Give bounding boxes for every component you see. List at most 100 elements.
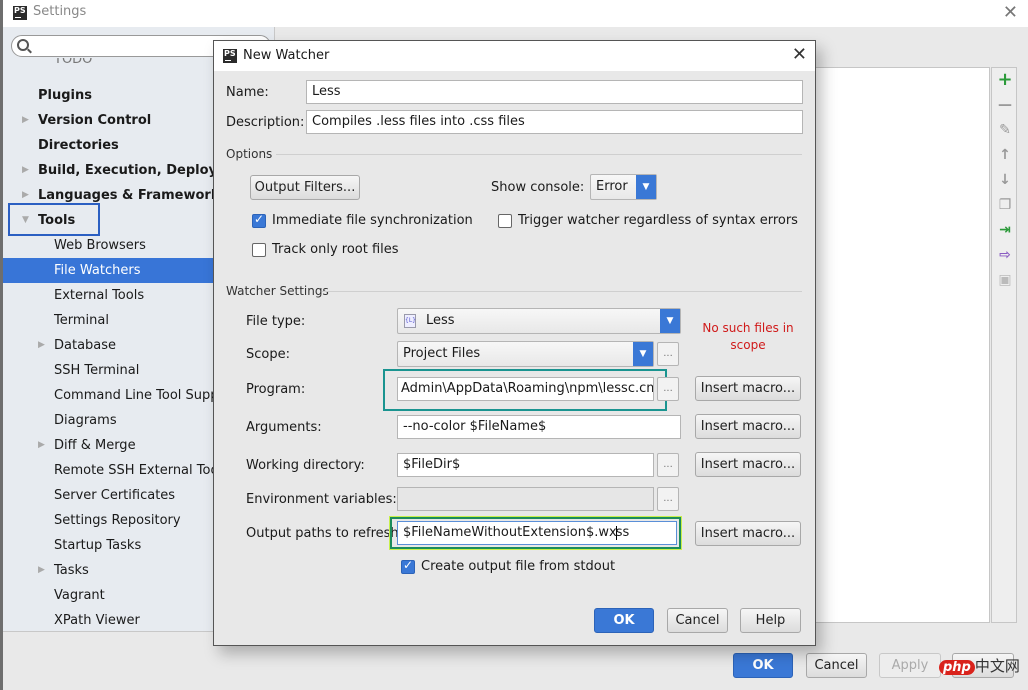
file-type-value: Less <box>426 313 455 328</box>
sidebar-item-label: Diagrams <box>54 413 117 428</box>
dialog-help-button[interactable]: Help <box>740 608 801 633</box>
new-watcher-dialog: PS New Watcher ✕ Name: Less Description:… <box>213 40 816 646</box>
dialog-titlebar: PS New Watcher ✕ <box>214 41 815 71</box>
expand-arrow-right-icon[interactable]: ▶ <box>38 558 45 583</box>
env-vars-input[interactable] <box>397 487 654 511</box>
track-root-label: Track only root files <box>272 242 399 257</box>
show-console-select[interactable]: Error ▼ <box>590 174 657 200</box>
expand-arrow-right-icon[interactable]: ▶ <box>38 433 45 458</box>
sidebar-item-label: Directories <box>38 138 119 153</box>
watermark-text: 中文网 <box>974 657 1020 675</box>
name-input[interactable]: Less <box>306 80 803 104</box>
copy-icon[interactable]: ❐ <box>997 197 1013 213</box>
working-dir-browse-button[interactable]: ... <box>657 453 679 477</box>
add-icon[interactable]: + <box>997 71 1013 89</box>
sidebar-item-label: Settings Repository <box>54 513 181 528</box>
phpstorm-logo-icon: PS <box>13 6 27 20</box>
output-filters-button[interactable]: Output Filters... <box>250 175 360 200</box>
output-paths-insert-macro-button[interactable]: Insert macro... <box>695 521 801 546</box>
disabled-icon: ▣ <box>998 272 1012 288</box>
sidebar-item-label: Version Control <box>38 113 152 128</box>
description-input[interactable]: Compiles .less files into .css files <box>306 110 803 134</box>
sidebar-item-label: Server Certificates <box>54 488 176 503</box>
sidebar-item-label: Vagrant <box>54 588 105 603</box>
window-titlebar: PS Settings ✕ <box>3 0 1028 27</box>
output-paths-text-before-caret: $FileNameWithoutExtension$.wx <box>403 525 617 540</box>
expand-arrow-right-icon[interactable]: ▶ <box>38 333 45 358</box>
working-dir-insert-macro-button[interactable]: Insert macro... <box>695 452 801 477</box>
watermark: php 中文网 <box>939 655 1020 679</box>
move-down-icon[interactable]: ↓ <box>997 172 1013 188</box>
working-dir-label: Working directory: <box>246 458 365 473</box>
chevron-down-icon: ▼ <box>660 309 680 333</box>
immediate-sync-checkbox[interactable] <box>252 212 266 228</box>
close-icon[interactable]: ✕ <box>1003 2 1018 23</box>
expand-arrow-right-icon[interactable]: ▶ <box>22 158 29 183</box>
scope-select[interactable]: Project Files ▼ <box>397 341 654 367</box>
output-paths-text-after-caret: ss <box>615 525 630 540</box>
phpstorm-logo-icon: PS <box>223 49 237 63</box>
immediate-sync-label: Immediate file synchronization <box>272 213 473 228</box>
options-section-title: Options <box>226 147 273 161</box>
trigger-regardless-checkbox[interactable] <box>498 214 512 228</box>
window-title: Settings <box>33 4 87 19</box>
create-output-checkbox[interactable] <box>401 558 415 574</box>
import-icon[interactable]: ⇥ <box>997 222 1013 238</box>
program-insert-macro-button[interactable]: Insert macro... <box>695 376 801 401</box>
move-up-icon[interactable]: ↑ <box>997 147 1013 163</box>
divider <box>322 291 802 292</box>
export-icon[interactable]: ⇨ <box>997 247 1013 263</box>
expand-arrow-right-icon[interactable]: ▶ <box>22 108 29 133</box>
scope-value: Project Files <box>403 346 481 361</box>
sidebar-item-label: TODO <box>54 58 93 67</box>
settings-cancel-button[interactable]: Cancel <box>806 653 867 678</box>
tools-highlight-box <box>8 203 100 236</box>
settings-apply-button[interactable]: Apply <box>879 653 941 678</box>
program-browse-button[interactable]: ... <box>657 377 679 401</box>
sidebar-item-label: Database <box>54 338 117 353</box>
sidebar-item-label: SSH Terminal <box>54 363 140 378</box>
show-console-label: Show console: <box>491 180 585 195</box>
sidebar-item-label: Startup Tasks <box>54 538 142 553</box>
edit-icon[interactable]: ✎ <box>997 122 1013 138</box>
show-console-value: Error <box>596 179 628 194</box>
file-type-select[interactable]: {L} Less ▼ <box>397 308 681 334</box>
dialog-ok-button[interactable]: OK <box>594 608 654 633</box>
arguments-label: Arguments: <box>246 420 322 435</box>
chevron-down-icon: ▼ <box>633 342 653 366</box>
env-vars-label: Environment variables: <box>246 492 397 507</box>
scope-label: Scope: <box>246 347 290 362</box>
scope-warning: No such files in scope <box>702 321 794 352</box>
remove-icon[interactable]: — <box>997 97 1013 113</box>
dialog-title: New Watcher <box>243 48 330 63</box>
output-paths-label: Output paths to refresh: <box>246 526 404 541</box>
file-type-label: File type: <box>246 314 306 329</box>
sidebar-item-label: Command Line Tool Support <box>54 388 237 403</box>
track-root-checkbox[interactable] <box>252 243 266 257</box>
program-input[interactable]: Admin\AppData\Roaming\npm\lessc.cmd <box>397 377 654 401</box>
arguments-insert-macro-button[interactable]: Insert macro... <box>695 414 801 439</box>
working-dir-input[interactable]: $FileDir$ <box>397 453 654 477</box>
name-label: Name: <box>226 85 269 100</box>
sidebar-item-label: External Tools <box>54 288 145 303</box>
description-label: Description: <box>226 115 305 130</box>
search-icon <box>17 39 29 51</box>
scope-browse-button[interactable]: ... <box>657 342 679 366</box>
watcher-settings-section-title: Watcher Settings <box>226 284 329 298</box>
close-icon[interactable]: ✕ <box>792 44 807 65</box>
sidebar-item-label: Remote SSH External Tools <box>54 463 229 478</box>
dialog-cancel-button[interactable]: Cancel <box>667 608 728 633</box>
arguments-input[interactable]: --no-color $FileName$ <box>397 415 681 439</box>
sidebar-item-label: Web Browsers <box>54 238 146 253</box>
sidebar-item-label: Plugins <box>38 88 92 103</box>
create-output-label: Create output file from stdout <box>421 559 616 574</box>
settings-ok-button[interactable]: OK <box>733 653 793 678</box>
less-file-icon: {L} <box>404 314 416 328</box>
sidebar-item-label: Diff & Merge <box>54 438 136 453</box>
divider <box>276 154 802 155</box>
sidebar-item-label: XPath Viewer <box>54 613 140 628</box>
program-label: Program: <box>246 382 306 397</box>
output-paths-input[interactable]: $FileNameWithoutExtension$.wxss <box>397 521 677 545</box>
sidebar-item-label: Tasks <box>54 563 89 578</box>
env-vars-browse-button[interactable]: ... <box>657 487 679 511</box>
